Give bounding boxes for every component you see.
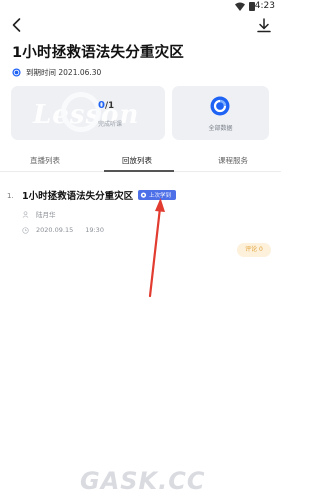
teacher-name: 陆月华	[36, 211, 56, 219]
clock-icon	[22, 226, 29, 234]
progress-count: 0/1	[98, 100, 114, 111]
tab-bar: 直播列表 回放列表 课程服务	[0, 151, 281, 172]
progress-label: 完成听课	[98, 121, 123, 128]
progress-card[interactable]: Lesson 0/1 完成听课	[11, 86, 165, 140]
data-ring-icon	[210, 96, 230, 116]
wifi-icon	[235, 2, 245, 11]
status-time: 4:23	[254, 1, 275, 11]
lesson-index: 1.	[7, 192, 14, 200]
back-icon[interactable]	[8, 16, 26, 34]
progress-completed: 0	[98, 100, 105, 111]
expire-date: 到期时间 2021.06.30	[26, 67, 102, 77]
progress-total: /1	[104, 101, 114, 111]
all-data-card[interactable]: 全部数据	[172, 86, 269, 140]
course-title: 1小时拯救语法失分重灾区	[12, 45, 184, 61]
lesson-time: 19:30	[85, 226, 104, 234]
last-studied-label: 上次学到	[149, 193, 172, 199]
download-icon[interactable]	[255, 17, 273, 35]
tab-course-service[interactable]: 课程服务	[218, 155, 248, 166]
last-studied-badge: 上次学到	[138, 190, 177, 200]
expire-date-row: 到期时间 2021.06.30	[12, 66, 101, 78]
tab-replay-list[interactable]: 回放列表	[122, 155, 152, 166]
location-pin-icon	[140, 191, 147, 198]
datetime-row: 2020.09.15 19:30	[22, 225, 104, 235]
lesson-date: 2020.09.15	[36, 226, 74, 234]
footer-watermark: GASK.CC	[80, 467, 206, 495]
teacher-row: 陆月华	[22, 209, 56, 219]
all-data-label: 全部数据	[208, 125, 233, 132]
tab-live-list[interactable]: 直播列表	[30, 155, 60, 166]
comment-button[interactable]: 评论 0	[237, 243, 271, 257]
person-icon	[22, 210, 29, 218]
active-tab-indicator	[104, 170, 174, 172]
status-bar: 4:23	[0, 0, 281, 14]
clock-icon	[12, 67, 21, 77]
lesson-title[interactable]: 1小时拯救语法失分重灾区	[22, 188, 133, 202]
progress-ring	[61, 92, 101, 132]
